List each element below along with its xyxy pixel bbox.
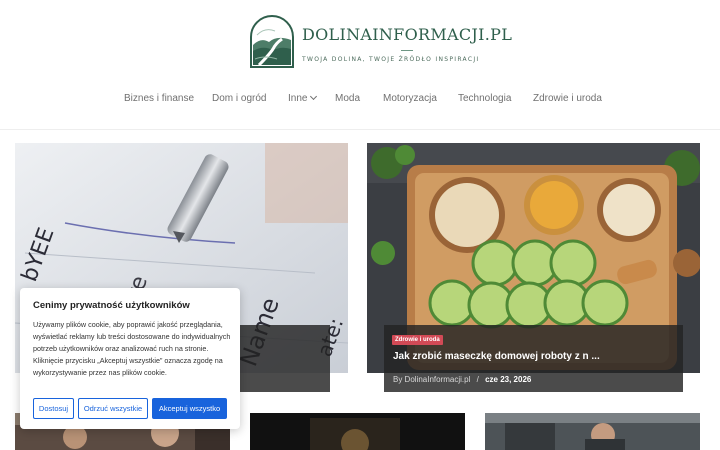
page: DOLINAINFORMACJI.PL TWOJA DOLINA, TWOJE … <box>0 0 720 450</box>
post-meta: By DolinaInformacji.pl / cze 23, 2026 <box>393 375 531 384</box>
post-date: cze 23, 2026 <box>485 375 532 384</box>
post-overlay <box>384 325 683 373</box>
cookie-title: Cenimy prywatność użytkowników <box>33 300 190 311</box>
category-badge[interactable]: Zdrowie i uroda <box>392 335 443 345</box>
logo-text: DOLINAINFORMACJI.PL TWOJA DOLINA, TWOJE … <box>302 25 512 63</box>
customize-button[interactable]: Dostosuj <box>33 398 74 419</box>
main-nav: Biznes i finanse Dom i ogród Inne Moda M… <box>0 92 720 109</box>
nav-item-technologia[interactable]: Technologia <box>458 93 511 104</box>
post-card[interactable] <box>250 413 465 450</box>
post-title[interactable]: Jak zrobić maseczkę domowej roboty z n .… <box>393 351 600 362</box>
nav-item-motoryzacja[interactable]: Motoryzacja <box>383 93 437 104</box>
post-image-workshop <box>485 413 700 450</box>
post-image-dark <box>250 413 465 450</box>
site-header: DOLINAINFORMACJI.PL TWOJA DOLINA, TWOJE … <box>0 0 720 130</box>
nav-item-moda[interactable]: Moda <box>335 93 360 104</box>
site-name: DOLINAINFORMACJI.PL <box>302 25 513 44</box>
site-tagline: TWOJA DOLINA, TWOJE ŹRÓDŁO INSPIRACJI <box>302 56 480 63</box>
post-author[interactable]: By DolinaInformacji.pl <box>393 375 470 384</box>
site-logo[interactable]: DOLINAINFORMACJI.PL TWOJA DOLINA, TWOJE … <box>249 15 512 69</box>
nav-item-zdrowie[interactable]: Zdrowie i uroda <box>533 93 602 104</box>
cookie-consent-banner: Cenimy prywatność użytkowników Używamy p… <box>20 288 240 429</box>
post-card[interactable]: Zdrowie i uroda Jak zrobić maseczkę domo… <box>367 143 700 373</box>
nav-item-biznes[interactable]: Biznes i finanse <box>124 93 194 104</box>
accept-all-button[interactable]: Akceptuj wszystko <box>152 398 227 419</box>
nav-item-dom[interactable]: Dom i ogród <box>212 93 266 104</box>
valley-landscape-icon <box>250 15 294 68</box>
logo-divider <box>401 50 414 51</box>
nav-item-inne[interactable]: Inne <box>288 92 318 104</box>
meta-separator: / <box>476 375 479 384</box>
reject-all-button[interactable]: Odrzuć wszystkie <box>78 398 148 419</box>
nav-item-inne-label: Inne <box>288 93 308 104</box>
post-card[interactable] <box>485 413 700 450</box>
cookie-description: Używamy plików cookie, aby poprawić jako… <box>33 320 231 377</box>
chevron-down-icon <box>310 92 318 101</box>
